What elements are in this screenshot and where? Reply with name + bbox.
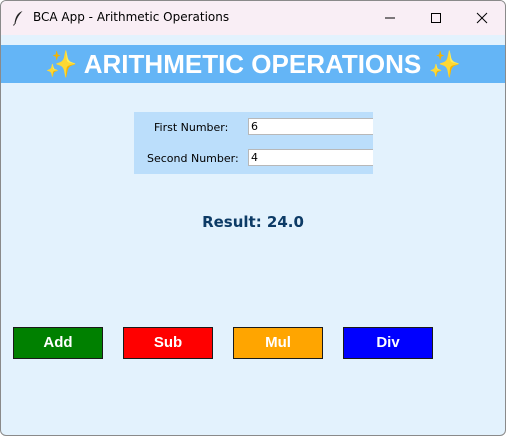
div-button[interactable]: Div bbox=[343, 327, 433, 359]
result-label: Result: 24.0 bbox=[202, 213, 304, 231]
input-form: First Number: Second Number: bbox=[134, 112, 373, 174]
app-window: BCA App - Arithmetic Operations ✨ ARITHM… bbox=[0, 0, 506, 436]
title-bar[interactable]: BCA App - Arithmetic Operations bbox=[1, 1, 505, 35]
sub-button[interactable]: Sub bbox=[123, 327, 213, 359]
maximize-icon bbox=[431, 13, 441, 23]
close-button[interactable] bbox=[459, 1, 505, 35]
minimize-icon bbox=[385, 17, 395, 19]
window-title: BCA App - Arithmetic Operations bbox=[33, 10, 230, 24]
second-number-input[interactable] bbox=[248, 149, 373, 166]
feather-icon bbox=[13, 11, 23, 26]
minimize-button[interactable] bbox=[367, 1, 413, 35]
close-icon bbox=[476, 12, 488, 24]
maximize-button[interactable] bbox=[413, 1, 459, 35]
first-number-input[interactable] bbox=[248, 118, 373, 135]
mul-button[interactable]: Mul bbox=[233, 327, 323, 359]
second-number-label: Second Number: bbox=[147, 152, 239, 165]
page-title: ✨ ARITHMETIC OPERATIONS ✨ bbox=[45, 49, 461, 79]
add-button[interactable]: Add bbox=[13, 327, 103, 359]
header-banner: ✨ ARITHMETIC OPERATIONS ✨ bbox=[1, 45, 505, 83]
first-number-label: First Number: bbox=[154, 121, 229, 134]
